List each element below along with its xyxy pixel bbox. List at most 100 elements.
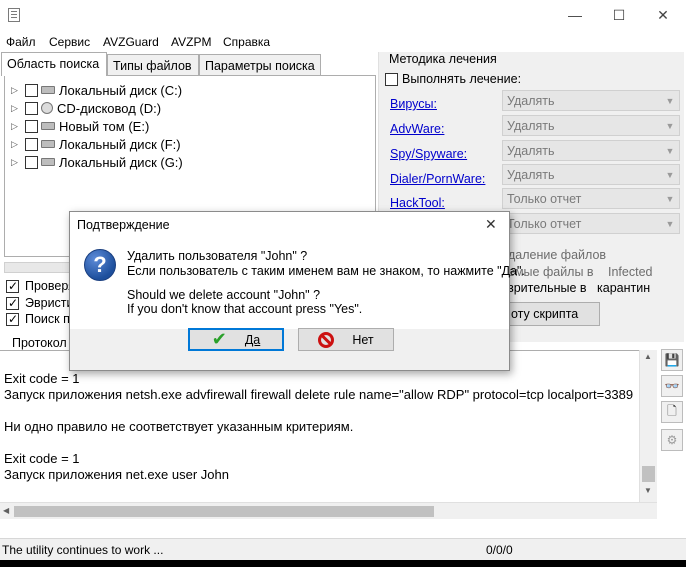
tree-item-drive-d[interactable]: ▷ CD-дисковод (D:) bbox=[11, 99, 161, 117]
combo-value: Удалять bbox=[507, 94, 555, 108]
scroll-left-icon[interactable]: ◀ bbox=[3, 506, 9, 515]
perform-treatment-check[interactable]: Выполнять лечение: bbox=[385, 72, 521, 86]
menu-service[interactable]: Сервис bbox=[49, 35, 90, 49]
log-line: Запуск приложения netsh.exe advfirewall … bbox=[4, 387, 634, 402]
tools-icon: ⚙ bbox=[666, 433, 678, 447]
checkbox[interactable] bbox=[6, 312, 19, 326]
tab-file-types[interactable]: Типы файлов bbox=[107, 54, 199, 76]
settings-log-button[interactable]: ⚙ bbox=[661, 429, 683, 451]
cd-icon bbox=[41, 102, 53, 114]
save-log-button[interactable]: 💾 bbox=[661, 349, 683, 371]
scroll-down-icon[interactable]: ▼ bbox=[644, 486, 652, 495]
dialog-body: ? Удалить пользователя "John" ? Если пол… bbox=[70, 239, 525, 329]
expand-icon[interactable]: ▷ bbox=[11, 139, 21, 150]
log-line: Запуск приложения net.exe user John bbox=[4, 467, 229, 482]
link-advware[interactable]: AdvWare: bbox=[390, 122, 444, 136]
tree-item-drive-e[interactable]: ▷ Новый том (E:) bbox=[11, 117, 149, 135]
confirm-dialog: Подтверждение ✕ ? Удалить пользователя "… bbox=[69, 211, 525, 371]
perform-treatment-label: Выполнять лечение: bbox=[402, 72, 522, 86]
dialog-line-1: Удалить пользователя "John" ? bbox=[127, 249, 308, 263]
page-icon: 🗋 bbox=[667, 403, 677, 418]
dialog-line-2: Если пользователь с таким именем вам не … bbox=[127, 264, 525, 278]
bottom-edge bbox=[0, 560, 686, 567]
scroll-thumb[interactable] bbox=[642, 466, 655, 482]
option-check-1[interactable]: Проверя bbox=[6, 278, 75, 294]
drive-checkbox[interactable] bbox=[25, 83, 38, 97]
chevron-down-icon: ▼ bbox=[665, 193, 675, 204]
option-label: Проверя bbox=[25, 279, 75, 293]
minimize-button[interactable]: — bbox=[552, 0, 598, 30]
expand-icon[interactable]: ▷ bbox=[11, 121, 21, 132]
log-line: Exit code = 1 bbox=[4, 451, 80, 466]
dialog-line-4: If you don't know that account press "Ye… bbox=[127, 302, 363, 316]
drive-checkbox[interactable] bbox=[25, 155, 38, 169]
log-output[interactable]: Exit code = 1 Запуск приложения netsh.ex… bbox=[0, 350, 657, 520]
scroll-up-icon[interactable]: ▲ bbox=[644, 352, 652, 361]
option-check-2[interactable]: Эвристи bbox=[6, 295, 74, 311]
no-button-label: Нет bbox=[352, 332, 374, 347]
tab-search-params[interactable]: Параметры поиска bbox=[199, 54, 321, 76]
checkbox[interactable] bbox=[6, 296, 19, 310]
dialog-title-bar: Подтверждение ✕ bbox=[70, 212, 509, 239]
tab-search-area[interactable]: Область поиска bbox=[1, 52, 107, 76]
combo-hacktool[interactable]: Только отчет ▼ bbox=[502, 188, 680, 209]
yes-button[interactable]: ✔ Да bbox=[188, 328, 284, 351]
log-line: Exit code = 1 bbox=[4, 371, 80, 386]
drive-label: Локальный диск (G:) bbox=[59, 154, 183, 170]
scroll-thumb[interactable] bbox=[14, 506, 434, 517]
chevron-down-icon: ▼ bbox=[665, 145, 675, 156]
treatment-group-title: Методика лечения bbox=[389, 52, 497, 66]
option-check-3[interactable]: Поиск по bbox=[6, 311, 77, 327]
chevron-down-icon: ▼ bbox=[665, 95, 675, 106]
combo-spyware[interactable]: Удалять ▼ bbox=[502, 140, 680, 161]
close-button[interactable]: ✕ bbox=[640, 0, 686, 30]
expand-icon[interactable]: ▷ bbox=[11, 157, 21, 168]
link-viruses[interactable]: Вирусы: bbox=[390, 97, 437, 111]
combo-advware[interactable]: Удалять ▼ bbox=[502, 115, 680, 136]
expand-icon[interactable]: ▷ bbox=[11, 85, 21, 96]
hdd-icon bbox=[41, 140, 55, 148]
status-bar: The utility continues to work ... 0/0/0 bbox=[0, 538, 686, 560]
combo-value: Только отчет bbox=[507, 192, 582, 206]
menu-avzpm[interactable]: AVZPM bbox=[171, 35, 211, 49]
tree-item-drive-c[interactable]: ▷ Локальный диск (C:) bbox=[11, 81, 182, 99]
question-icon: ? bbox=[84, 249, 116, 281]
dialog-close-button[interactable]: ✕ bbox=[485, 216, 497, 233]
link-hacktool[interactable]: HackTool: bbox=[390, 196, 445, 210]
tree-item-drive-f[interactable]: ▷ Локальный диск (F:) bbox=[11, 135, 181, 153]
chevron-down-icon: ▼ bbox=[665, 120, 675, 131]
drive-checkbox[interactable] bbox=[25, 101, 38, 115]
clear-log-button[interactable]: 🗋 bbox=[661, 401, 683, 423]
no-button[interactable]: Нет bbox=[298, 328, 394, 351]
menu-avzguard[interactable]: AVZGuard bbox=[103, 35, 159, 49]
glasses-icon: 👓 bbox=[664, 379, 680, 393]
title-bar: — ☐ ✕ bbox=[0, 0, 686, 32]
menu-help[interactable]: Справка bbox=[223, 35, 270, 49]
menu-file[interactable]: Файл bbox=[6, 35, 36, 49]
maximize-button[interactable]: ☐ bbox=[596, 0, 642, 30]
yes-button-label: Да bbox=[244, 332, 261, 347]
drive-checkbox[interactable] bbox=[25, 137, 38, 151]
tree-item-drive-g[interactable]: ▷ Локальный диск (G:) bbox=[11, 153, 183, 171]
view-log-button[interactable]: 👓 bbox=[661, 375, 683, 397]
link-spyware[interactable]: Spy/Spyware: bbox=[390, 147, 467, 161]
checkbox[interactable] bbox=[385, 72, 398, 86]
log-horizontal-scrollbar[interactable]: ◀ bbox=[0, 502, 657, 519]
combo-dialer[interactable]: Удалять ▼ bbox=[502, 164, 680, 185]
infected-folder-label: Infected bbox=[608, 265, 653, 279]
status-counter: 0/0/0 bbox=[486, 543, 513, 557]
chevron-down-icon: ▼ bbox=[665, 218, 675, 229]
combo-viruses[interactable]: Удалять ▼ bbox=[502, 90, 680, 111]
combo-suspicious[interactable]: Только отчет ▼ bbox=[502, 213, 680, 234]
hdd-icon bbox=[41, 122, 55, 130]
drive-checkbox[interactable] bbox=[25, 119, 38, 133]
quarantine-label: карантин bbox=[597, 281, 651, 295]
log-vertical-scrollbar[interactable]: ▲ ▼ bbox=[639, 350, 657, 502]
combo-value: Только отчет bbox=[507, 217, 582, 231]
checkmark-icon: ✔ bbox=[211, 329, 227, 349]
checkbox[interactable] bbox=[6, 279, 19, 293]
chevron-down-icon: ▼ bbox=[665, 169, 675, 180]
drive-label: Локальный диск (F:) bbox=[59, 136, 181, 152]
link-dialer[interactable]: Dialer/PornWare: bbox=[390, 172, 485, 186]
expand-icon[interactable]: ▷ bbox=[11, 103, 21, 114]
